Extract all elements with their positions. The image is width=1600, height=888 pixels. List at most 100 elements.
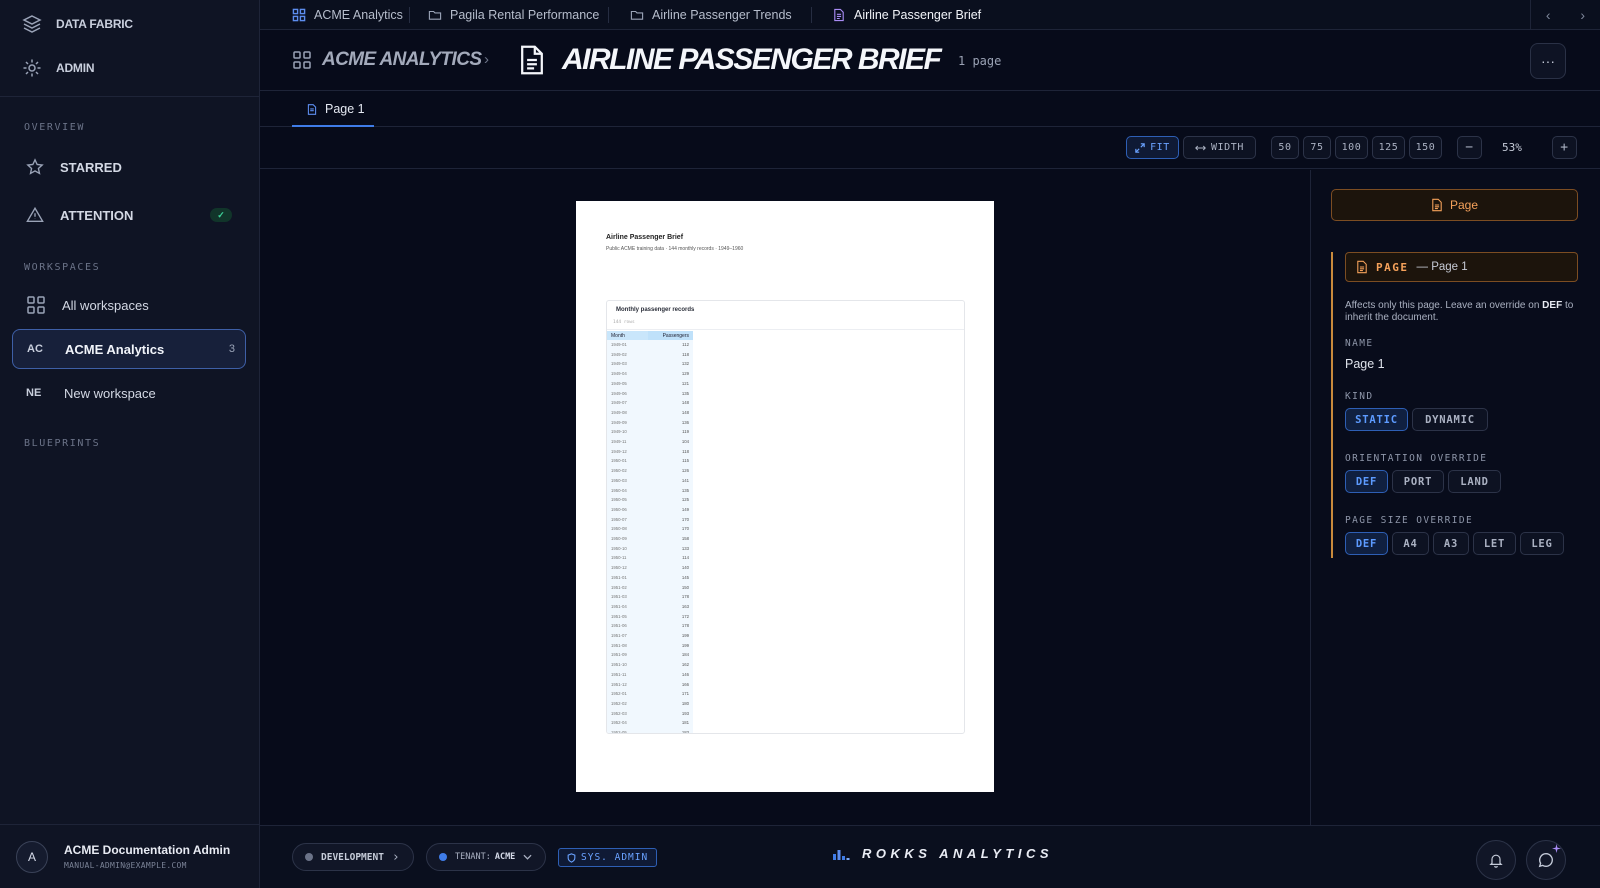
month-cell: 1949-01 — [611, 342, 627, 347]
zoom-preset-100[interactable]: 100 — [1335, 136, 1368, 159]
sidebar-item-starred[interactable]: STARRED — [12, 147, 246, 187]
name-value[interactable]: Page 1 — [1345, 357, 1385, 371]
more-options-button[interactable]: ··· — [1530, 43, 1566, 79]
section-accent-bar — [1331, 252, 1333, 558]
table-row: 1951-10 162 — [607, 660, 693, 670]
zoom-out-button[interactable]: − — [1457, 136, 1482, 159]
orientation-port-option[interactable]: PORT — [1392, 470, 1444, 493]
size-let-option[interactable]: LET — [1473, 532, 1516, 555]
admin-link[interactable]: ADMIN — [22, 58, 95, 78]
table-row: 1949-03 132 — [607, 359, 693, 369]
tab-pagila-rental-performance[interactable]: Pagila Rental Performance — [428, 0, 599, 30]
tab-acme-analytics[interactable]: ACME Analytics — [292, 0, 403, 30]
width-label: WIDTH — [1210, 142, 1245, 153]
notifications-button[interactable] — [1476, 840, 1516, 880]
breadcrumb-workspace: ACME ANALYTICS — [322, 49, 482, 70]
kind-label: KIND — [1345, 391, 1374, 402]
orientation-def-option[interactable]: DEF — [1345, 470, 1388, 493]
passengers-cell: 145 — [681, 574, 689, 580]
bar-chart-icon — [832, 847, 850, 861]
page-count: 1 page — [958, 54, 1002, 68]
tab-airline-passenger-trends[interactable]: Airline Passenger Trends — [630, 0, 792, 30]
tenant-prefix: TENANT: — [455, 852, 491, 862]
size-a4-option[interactable]: A4 — [1392, 532, 1429, 555]
size-a3-option[interactable]: A3 — [1433, 532, 1469, 555]
chat-bubble-icon — [1537, 851, 1555, 869]
properties-panel: Page PAGE — Page 1 Affects only this pag… — [1310, 170, 1600, 825]
assistant-chat-button[interactable] — [1526, 840, 1566, 880]
grid-icon — [26, 295, 46, 315]
table-row: 1950-10 133 — [607, 544, 693, 554]
table-row: 1952-01 171 — [607, 689, 693, 699]
table-row: 1951-05 172 — [607, 612, 693, 622]
tab-label: Pagila Rental Performance — [450, 8, 600, 22]
zoom-in-button[interactable]: + — [1552, 136, 1577, 159]
workspace-count: 3 — [228, 343, 235, 355]
section-sublabel: — Page 1 — [1416, 261, 1468, 273]
document-page[interactable]: Airline Passenger Brief Public ACME trai… — [576, 201, 994, 792]
month-cell: 1951-09 — [611, 652, 627, 658]
width-button[interactable]: WIDTH — [1183, 136, 1256, 159]
document-title: AIRLINE PASSENGER BRIEF — [562, 43, 942, 76]
month-cell: 1949-09 — [611, 419, 627, 425]
passengers-cell: 150 — [681, 584, 689, 590]
user-profile[interactable]: A ACME Documentation Admin MANUAL-ADMIN@… — [0, 824, 260, 888]
size-def-option[interactable]: DEF — [1345, 532, 1388, 555]
passengers-cell: 129 — [681, 371, 689, 377]
avatar: A — [16, 840, 48, 873]
orientation-land-option[interactable]: LAND — [1448, 470, 1501, 493]
page-tabs: Page 1 — [260, 92, 1600, 127]
month-cell: 1949-12 — [611, 448, 627, 454]
blueprints-section-label: BLUEPRINTS — [24, 438, 101, 449]
tab-page-1[interactable]: Page 1 — [306, 92, 365, 126]
page-scope-button[interactable]: Page — [1331, 189, 1578, 221]
zoom-preset-150[interactable]: 150 — [1409, 136, 1442, 159]
sidebar-item-attention[interactable]: ATTENTION ✓ — [12, 195, 246, 235]
section-label: PAGE — [1376, 260, 1409, 274]
sidebar-item-new-workspace[interactable]: NE New workspace — [12, 373, 246, 413]
zoom-preset-50[interactable]: 50 — [1271, 136, 1299, 159]
size-leg-option[interactable]: LEG — [1520, 532, 1564, 555]
gear-icon — [22, 58, 42, 78]
kind-dynamic-option[interactable]: DYNAMIC — [1412, 408, 1488, 431]
passenger-table[interactable]: Monthly passenger records 144 rows Month… — [606, 300, 965, 734]
sidebar-item-acme-analytics[interactable]: AC ACME Analytics 3 — [12, 329, 246, 369]
environment-selector[interactable]: DEVELOPMENT › — [292, 843, 414, 871]
month-cell: 1949-02 — [611, 351, 627, 357]
page-scope-label: Page — [1449, 198, 1479, 212]
breadcrumb-separator: › — [484, 51, 489, 68]
zoom-preset-125[interactable]: 125 — [1372, 136, 1405, 159]
brand-name: ROKKS ANALYTICS — [862, 846, 1053, 861]
month-cell: 1951-02 — [611, 584, 627, 590]
sidebar-divider — [0, 96, 259, 97]
month-cell: 1949-11 — [611, 439, 627, 444]
tenant-name: ACME — [494, 852, 516, 862]
passengers-cell: 193 — [681, 710, 689, 716]
data-fabric-link[interactable]: DATA FABRIC — [22, 14, 133, 34]
table-row: 1951-01 145 — [607, 573, 693, 583]
tab-airline-passenger-brief[interactable]: Airline Passenger Brief — [832, 0, 981, 30]
tab-bar: ACME Analytics Pagila Rental Performance… — [260, 0, 1600, 30]
document-canvas[interactable]: Airline Passenger Brief Public ACME trai… — [260, 170, 1310, 825]
passengers-cell: 172 — [681, 613, 689, 619]
month-cell: 1951-01 — [611, 574, 627, 580]
document-heading: Airline Passenger Brief — [606, 234, 684, 241]
fit-button[interactable]: FIT — [1126, 136, 1179, 159]
kind-static-option[interactable]: STATIC — [1345, 408, 1408, 431]
month-cell: 1950-04 — [611, 487, 627, 493]
tenant-status-dot — [439, 853, 447, 861]
passengers-cell: 148 — [681, 409, 689, 415]
user-email: MANUAL-ADMIN@EXAMPLE.COM — [64, 861, 187, 870]
sidebar-item-all-workspaces[interactable]: All workspaces — [12, 285, 246, 325]
chevron-right-icon[interactable]: › — [1580, 7, 1585, 23]
tab-label: Airline Passenger Trends — [652, 8, 792, 22]
tenant-selector[interactable]: TENANT: ACME — [426, 843, 546, 871]
breadcrumb[interactable]: ACME ANALYTICS — [292, 49, 482, 71]
environment-status-dot — [305, 853, 313, 861]
expand-icon — [1135, 142, 1145, 153]
chevron-left-icon[interactable]: ‹ — [1546, 7, 1551, 23]
passengers-cell: 114 — [682, 555, 689, 561]
table-row: 1949-04 129 — [607, 369, 693, 379]
zoom-preset-75[interactable]: 75 — [1303, 136, 1331, 159]
month-cell: 1950-09 — [611, 536, 627, 541]
